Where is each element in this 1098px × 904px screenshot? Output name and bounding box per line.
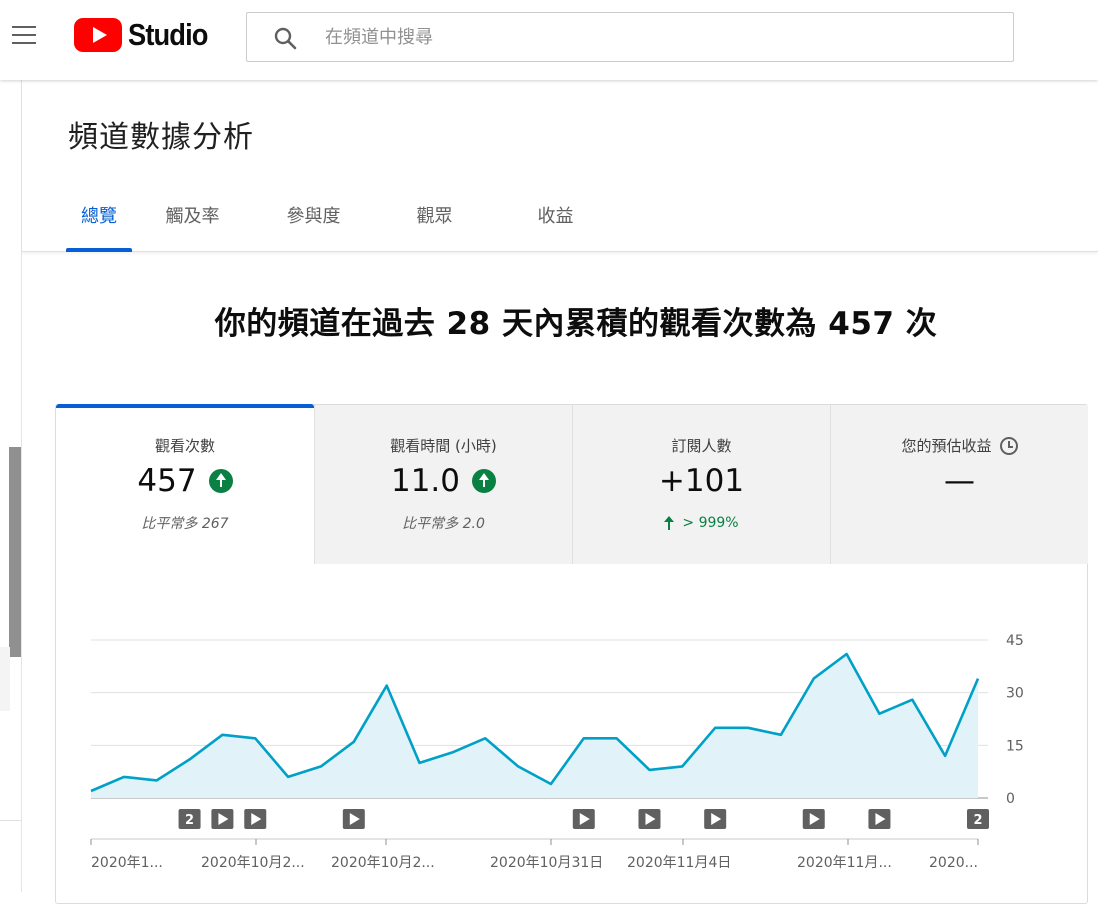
views-chart: 45 30 15 0 2 2 2020年1... 2020年10月2... 2020年10月2.… <box>90 633 1024 871</box>
tab-overview[interactable]: 總覽 <box>66 198 132 252</box>
analytics-tabs: 總覽 觸及率 參與度 觀眾 收益 <box>66 198 616 252</box>
x-tick-label: 2020年11月4日 <box>627 855 731 871</box>
page-title: 頻道數據分析 <box>68 120 254 155</box>
sidebar <box>0 80 22 892</box>
video-marker[interactable] <box>802 809 825 829</box>
tab-engagement[interactable]: 參與度 <box>253 198 374 252</box>
studio-logo[interactable]: Studio <box>74 17 218 52</box>
search-input[interactable] <box>325 13 985 61</box>
video-marker[interactable] <box>211 809 234 829</box>
video-marker[interactable] <box>704 809 727 829</box>
sidebar-item[interactable] <box>0 647 10 711</box>
logo-text: Studio <box>128 17 208 52</box>
video-marker[interactable] <box>868 809 891 829</box>
y-tick-label: 0 <box>1006 791 1015 807</box>
x-tick-label: 2020年10月31日 <box>490 855 603 871</box>
y-tick-label: 30 <box>1006 686 1024 702</box>
marker-count: 2 <box>185 813 194 828</box>
x-tick-label: 2020年10月2... <box>331 855 435 871</box>
sidebar-divider <box>0 820 22 821</box>
tab-revenue[interactable]: 收益 <box>495 198 616 252</box>
video-count-marker[interactable]: 2 <box>178 809 201 829</box>
tab-reach[interactable]: 觸及率 <box>132 198 253 252</box>
metrics-card: 觀看次數 457 比平常多 267 觀看時間 (小時) 11.0 比平常多 2.… <box>55 404 1088 904</box>
top-bar: Studio <box>0 0 1098 80</box>
tab-audience[interactable]: 觀眾 <box>374 198 495 252</box>
youtube-play-icon <box>74 18 122 52</box>
video-marker[interactable] <box>638 809 661 829</box>
summary-headline: 你的頻道在過去 28 天內累積的觀看次數為 457 次 <box>214 306 938 342</box>
marker-count: 2 <box>973 813 982 828</box>
x-tick-label: 2020年11月... <box>797 855 892 871</box>
sidebar-scrollbar[interactable] <box>9 447 21 657</box>
x-tick-label: 2020... <box>929 855 978 871</box>
search-icon[interactable] <box>273 26 297 50</box>
video-count-marker[interactable]: 2 <box>967 809 989 829</box>
analytics-header: 頻道數據分析 總覽 觸及率 參與度 觀眾 收益 <box>22 80 1098 252</box>
menu-icon[interactable] <box>12 26 36 44</box>
video-marker[interactable] <box>244 809 267 829</box>
x-tick-label: 2020年1... <box>91 855 163 871</box>
video-marker[interactable] <box>572 809 595 829</box>
y-tick-label: 45 <box>1006 633 1024 649</box>
y-tick-label: 15 <box>1006 738 1024 754</box>
search-box[interactable] <box>246 12 1014 62</box>
x-tick-label: 2020年10月2... <box>201 855 305 871</box>
video-marker[interactable] <box>342 809 365 829</box>
